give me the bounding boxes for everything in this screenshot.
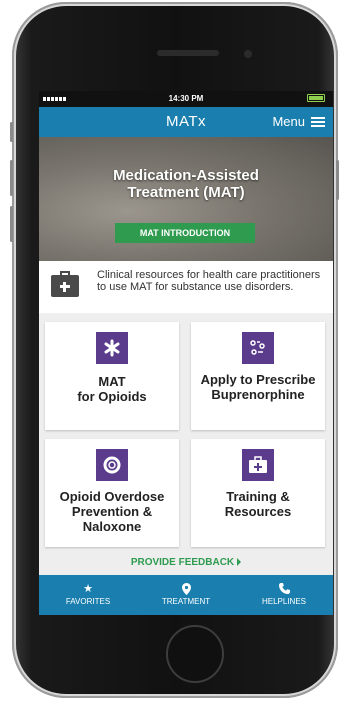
star-icon: ★ xyxy=(83,583,93,595)
card-overdose-naloxone[interactable]: Opioid Overdose Prevention & Naloxone xyxy=(45,439,179,547)
lifebuoy-icon xyxy=(96,449,128,481)
menu-label: Menu xyxy=(272,114,305,129)
phone-icon xyxy=(235,583,333,595)
tab-treatment[interactable]: TREATMENT xyxy=(137,575,235,615)
status-bar: 14:30 PM xyxy=(39,91,333,107)
menu-button[interactable]: Menu xyxy=(272,114,325,129)
tab-label: TREATMENT xyxy=(161,597,211,606)
chevron-right-icon xyxy=(237,558,242,567)
checklist-icon xyxy=(242,332,274,364)
front-camera xyxy=(244,50,252,58)
intro-text: Clinical resources for health care pract… xyxy=(97,269,321,293)
card-label: MAT for Opioids xyxy=(77,374,147,404)
mute-switch xyxy=(10,122,13,142)
card-mat-for-opioids[interactable]: MAT for Opioids xyxy=(45,322,179,430)
provide-feedback-link[interactable]: PROVIDE FEEDBACK xyxy=(39,557,333,573)
card-label: Opioid Overdose Prevention & Naloxone xyxy=(59,489,165,534)
volume-down-button xyxy=(10,206,13,242)
card-apply-buprenorphine[interactable]: Apply to Prescribe Buprenorphine xyxy=(191,322,325,430)
location-pin-icon xyxy=(137,583,235,595)
bottom-tab-bar: ★ FAVORITES TREATMENT HELPLINES xyxy=(39,575,333,615)
tab-favorites[interactable]: ★ FAVORITES xyxy=(39,575,137,615)
hamburger-icon xyxy=(311,116,325,127)
home-button[interactable] xyxy=(166,625,224,683)
card-label: Training & Resources xyxy=(224,489,292,519)
app-header: MATx Menu xyxy=(39,107,333,137)
tab-label: FAVORITES xyxy=(65,597,111,606)
volume-up-button xyxy=(10,160,13,196)
battery-icon xyxy=(307,94,325,102)
tab-label: HELPLINES xyxy=(261,597,307,606)
hero-title: Medication-Assisted Treatment (MAT) xyxy=(113,167,259,201)
status-time: 14:30 PM xyxy=(168,94,204,103)
card-training-resources[interactable]: Training & Resources xyxy=(191,439,325,547)
asterisk-icon xyxy=(96,332,128,364)
earpiece-speaker xyxy=(157,50,219,56)
card-grid: MAT for Opioids Apply to Prescribe Bupre… xyxy=(39,313,333,575)
hero-banner: Medication-Assisted Treatment (MAT) MAT … xyxy=(39,137,333,261)
tab-helplines[interactable]: HELPLINES xyxy=(235,575,333,615)
intro-section: Clinical resources for health care pract… xyxy=(39,261,333,313)
card-label: Apply to Prescribe Buprenorphine xyxy=(200,372,316,402)
mat-introduction-button[interactable]: MAT INTRODUCTION xyxy=(115,223,255,243)
power-button xyxy=(336,160,339,200)
app-screen: 14:30 PM MATx Menu Medication-Assisted T… xyxy=(39,91,333,615)
medical-kit-icon xyxy=(242,449,274,481)
medical-bag-icon xyxy=(51,271,79,297)
feedback-label: PROVIDE FEEDBACK xyxy=(130,557,235,568)
